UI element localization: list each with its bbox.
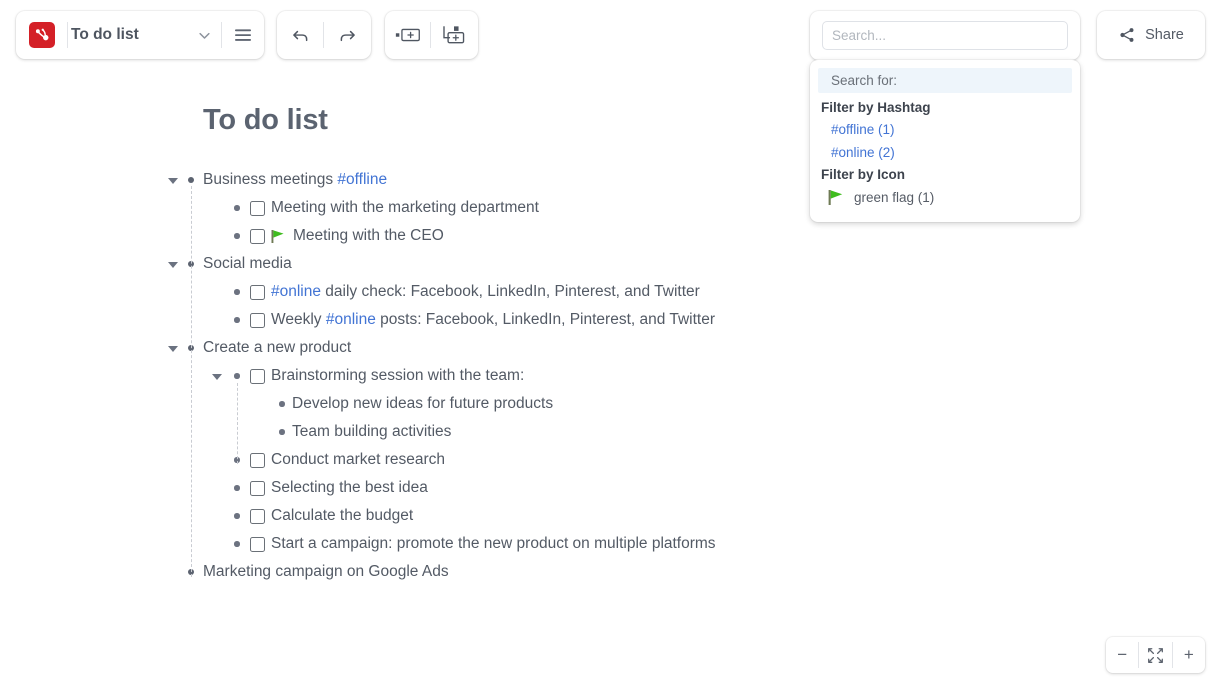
outline-row-text: Brainstorming session with the team: xyxy=(271,362,524,390)
outline-bullet[interactable] xyxy=(234,233,240,239)
outline-bullet[interactable] xyxy=(234,485,240,491)
outline-row[interactable]: Calculate the budget xyxy=(0,502,1000,530)
text-fragment: Business meetings xyxy=(203,171,337,188)
fit-to-screen-button[interactable] xyxy=(1139,637,1171,673)
task-checkbox[interactable] xyxy=(250,369,265,384)
zoom-controls: − + xyxy=(1106,637,1205,673)
outline-guide-line xyxy=(191,186,192,577)
outline-row[interactable]: Weekly #online posts: Facebook, LinkedIn… xyxy=(0,306,1000,334)
outline-bullet[interactable] xyxy=(279,401,285,407)
text-fragment: posts: Facebook, LinkedIn, Pinterest, an… xyxy=(376,311,715,328)
collapse-triangle-icon[interactable] xyxy=(168,343,179,354)
page-title: To do list xyxy=(203,104,328,137)
app-root: To do list xyxy=(0,0,1220,685)
collapse-triangle-icon[interactable] xyxy=(168,175,179,186)
outline-tree: Business meetings #offline Meeting with t… xyxy=(0,166,1000,586)
outline-row-text: Meeting with the marketing department xyxy=(271,194,539,222)
outline-bullet[interactable] xyxy=(279,429,285,435)
task-checkbox[interactable] xyxy=(250,509,265,524)
hashtag-link[interactable]: #offline xyxy=(337,171,387,188)
outline-bullet[interactable] xyxy=(234,373,240,379)
outline-bullet[interactable] xyxy=(234,289,240,295)
zoom-in-button[interactable]: + xyxy=(1173,637,1205,673)
outline-row-text: Team building activities xyxy=(292,418,451,446)
outline-row-text: Create a new product xyxy=(203,334,351,362)
outline-row[interactable]: Social media xyxy=(0,250,1000,278)
outline-row-text: Selecting the best idea xyxy=(271,474,428,502)
outline-row[interactable]: Business meetings #offline xyxy=(0,166,1000,194)
text-fragment: Calculate the budget xyxy=(271,507,413,524)
zoom-out-button[interactable]: − xyxy=(1106,637,1138,673)
text-fragment: Develop new ideas for future products xyxy=(292,395,553,412)
outline-row-text: Start a campaign: promote the new produc… xyxy=(271,530,716,558)
task-checkbox[interactable] xyxy=(250,481,265,496)
task-checkbox[interactable] xyxy=(250,285,265,300)
outline-row[interactable]: Conduct market research xyxy=(0,446,1000,474)
outline-row-text: Develop new ideas for future products xyxy=(292,390,553,418)
outline-row[interactable]: #online daily check: Facebook, LinkedIn,… xyxy=(0,278,1000,306)
text-fragment: Conduct market research xyxy=(271,451,445,468)
outline-bullet[interactable] xyxy=(234,317,240,323)
task-checkbox[interactable] xyxy=(250,537,265,552)
task-checkbox[interactable] xyxy=(250,453,265,468)
text-fragment: Meeting with the CEO xyxy=(293,227,444,244)
outline-row[interactable]: Start a campaign: promote the new produc… xyxy=(0,530,1000,558)
mindmap-canvas[interactable]: To do list Business meetings #offline Mee… xyxy=(0,0,1220,685)
task-checkbox[interactable] xyxy=(250,313,265,328)
text-fragment: Brainstorming session with the team: xyxy=(271,367,524,384)
outline-bullet[interactable] xyxy=(234,205,240,211)
outline-row[interactable]: Develop new ideas for future products xyxy=(0,390,1000,418)
hashtag-link[interactable]: #online xyxy=(326,311,376,328)
text-fragment: Start a campaign: promote the new produc… xyxy=(271,535,716,552)
collapse-triangle-icon[interactable] xyxy=(168,259,179,270)
text-fragment: Team building activities xyxy=(292,423,451,440)
outline-row-text: Social media xyxy=(203,250,292,278)
task-checkbox[interactable] xyxy=(250,201,265,216)
text-fragment: daily check: Facebook, LinkedIn, Pintere… xyxy=(321,283,700,300)
outline-row-text: Meeting with the CEO xyxy=(293,222,444,250)
text-fragment: Social media xyxy=(203,255,292,272)
outline-row-text: Marketing campaign on Google Ads xyxy=(203,558,449,586)
text-fragment: Marketing campaign on Google Ads xyxy=(203,563,449,580)
outline-row[interactable]: Meeting with the CEO xyxy=(0,222,1000,250)
green-flag-icon[interactable] xyxy=(271,229,285,244)
outline-row[interactable]: Marketing campaign on Google Ads xyxy=(0,558,1000,586)
outline-bullet[interactable] xyxy=(234,513,240,519)
outline-row-text: Calculate the budget xyxy=(271,502,413,530)
outline-row[interactable]: Selecting the best idea xyxy=(0,474,1000,502)
text-fragment: Weekly xyxy=(271,311,326,328)
outline-row-text: #online daily check: Facebook, LinkedIn,… xyxy=(271,278,700,306)
hashtag-link[interactable]: #online xyxy=(271,283,321,300)
text-fragment: Selecting the best idea xyxy=(271,479,428,496)
outline-row[interactable]: Team building activities xyxy=(0,418,1000,446)
outline-row-text: Weekly #online posts: Facebook, LinkedIn… xyxy=(271,306,715,334)
outline-row[interactable]: Meeting with the marketing department xyxy=(0,194,1000,222)
outline-row[interactable]: Brainstorming session with the team: xyxy=(0,362,1000,390)
outline-guide-line xyxy=(237,383,238,464)
outline-bullet[interactable] xyxy=(188,177,194,183)
text-fragment: Meeting with the marketing department xyxy=(271,199,539,216)
fit-to-screen-icon xyxy=(1147,647,1164,664)
outline-row-text: Business meetings #offline xyxy=(203,166,387,194)
task-checkbox[interactable] xyxy=(250,229,265,244)
outline-row[interactable]: Create a new product xyxy=(0,334,1000,362)
outline-bullet[interactable] xyxy=(234,541,240,547)
outline-row-text: Conduct market research xyxy=(271,446,445,474)
text-fragment: Create a new product xyxy=(203,339,351,356)
collapse-triangle-icon[interactable] xyxy=(212,371,223,382)
